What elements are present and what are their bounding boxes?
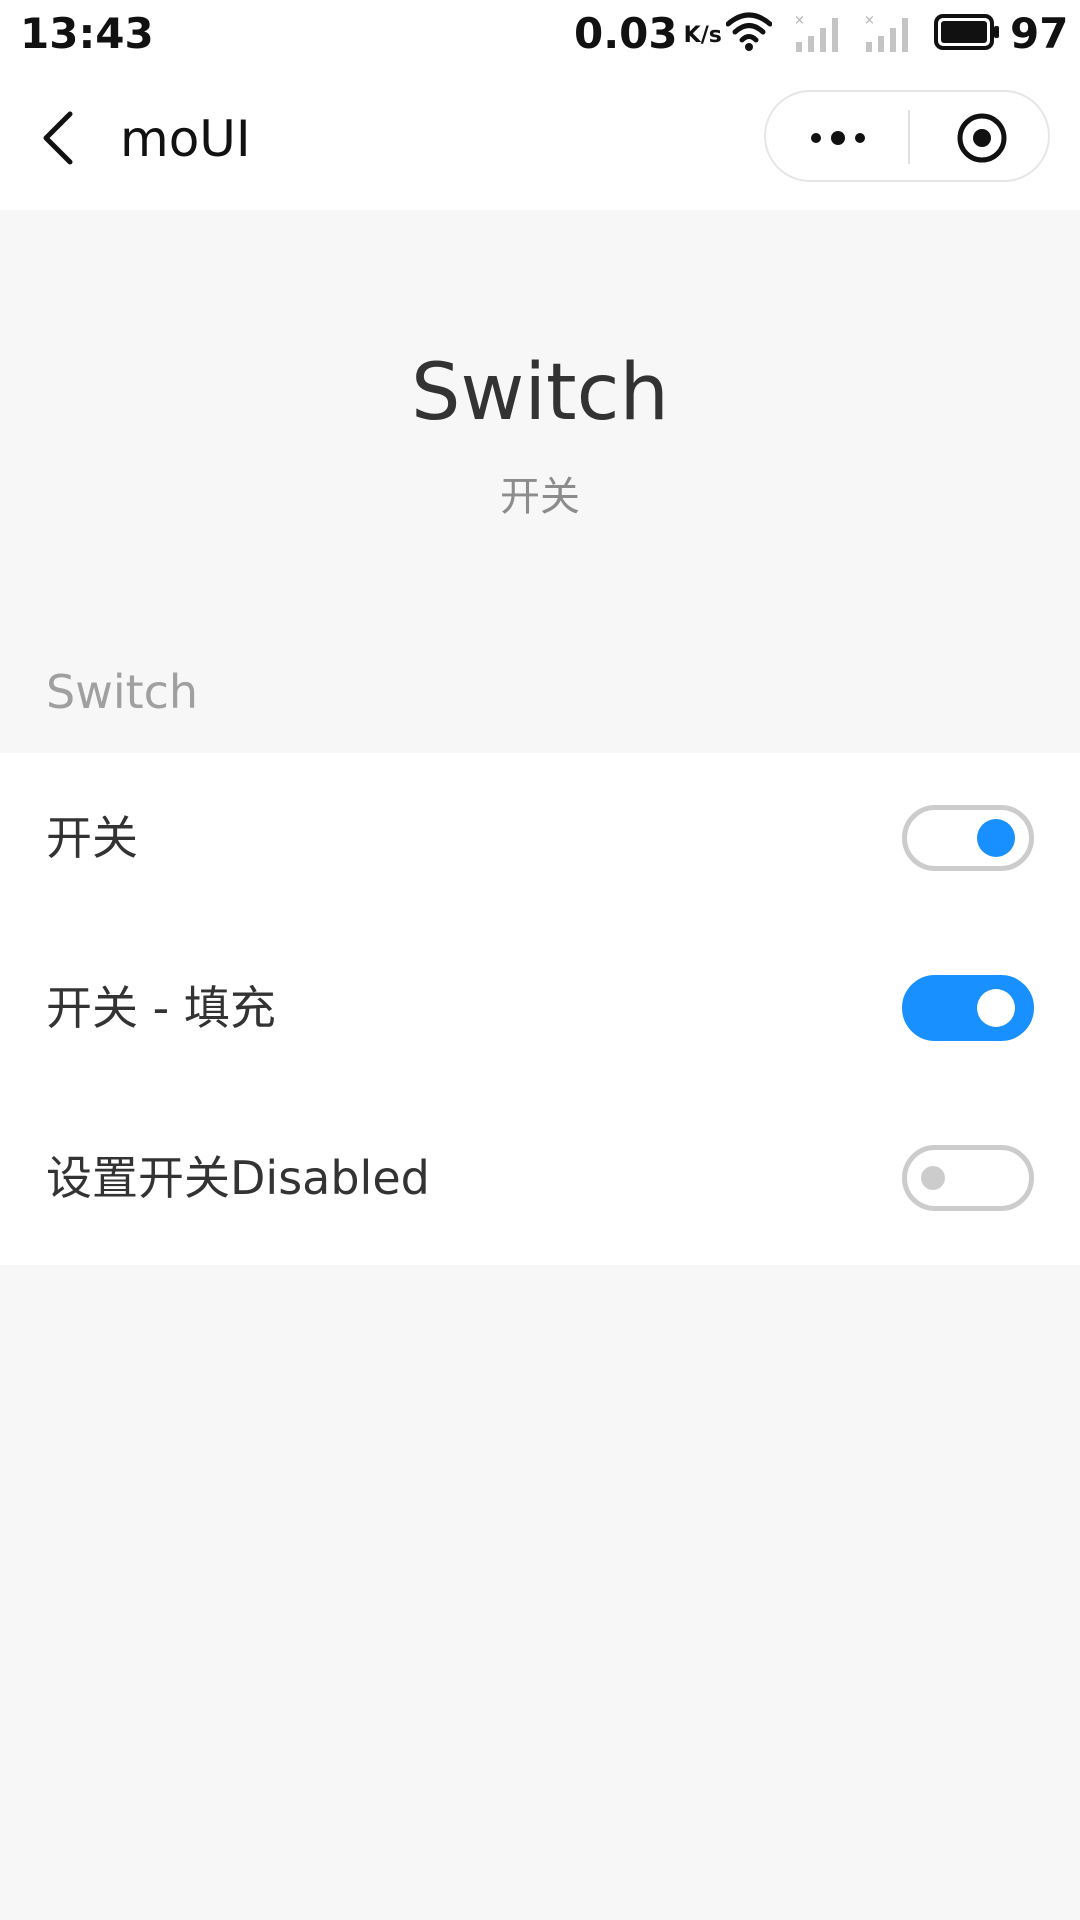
section-title: Switch	[46, 665, 199, 719]
menu-capsule	[764, 90, 1050, 182]
capsule-divider	[908, 110, 910, 164]
switch-knob	[921, 1166, 945, 1190]
svg-text:×: ×	[794, 13, 805, 28]
list-item: 开关	[0, 753, 1080, 923]
signal-off-icon: ×	[794, 13, 838, 52]
battery-icon	[934, 14, 999, 50]
svg-text:×: ×	[864, 13, 875, 28]
target-icon[interactable]	[956, 112, 1008, 164]
nav-bar: moUI	[0, 68, 1080, 210]
more-icon[interactable]	[806, 120, 870, 156]
signal-off-icon: ×	[864, 13, 908, 52]
switch-label: 开关	[46, 811, 138, 865]
chevron-left-icon[interactable]	[40, 108, 80, 168]
switch-disabled-toggle	[902, 1145, 1034, 1211]
network-speed-value: 0.03	[574, 9, 678, 58]
wifi-icon	[726, 12, 772, 51]
switch-filled-toggle[interactable]	[902, 975, 1034, 1041]
status-time: 13:43	[20, 9, 154, 58]
list-item: 开关 - 填充	[0, 923, 1080, 1093]
page-subtitle: 开关	[500, 474, 580, 520]
network-speed-unit: K/s	[683, 23, 722, 48]
network-speed: 0.03 K/s	[574, 8, 722, 60]
switch-knob	[977, 989, 1015, 1027]
switch-disabled-label: 设置开关Disabled	[46, 1151, 430, 1205]
battery-level: 97	[1010, 9, 1069, 58]
switch-filled-label: 开关 - 填充	[46, 981, 276, 1035]
list-item: 设置开关Disabled	[0, 1093, 1080, 1263]
switch-list: 开关 开关 - 填充 设置开关Disabled	[0, 753, 1080, 1265]
switch-knob	[977, 819, 1015, 857]
page-title: Switch	[411, 348, 669, 438]
switch-toggle[interactable]	[902, 805, 1034, 871]
nav-title: moUI	[120, 110, 251, 168]
status-bar: 13:43 0.03 K/s × × 97	[0, 0, 1080, 68]
